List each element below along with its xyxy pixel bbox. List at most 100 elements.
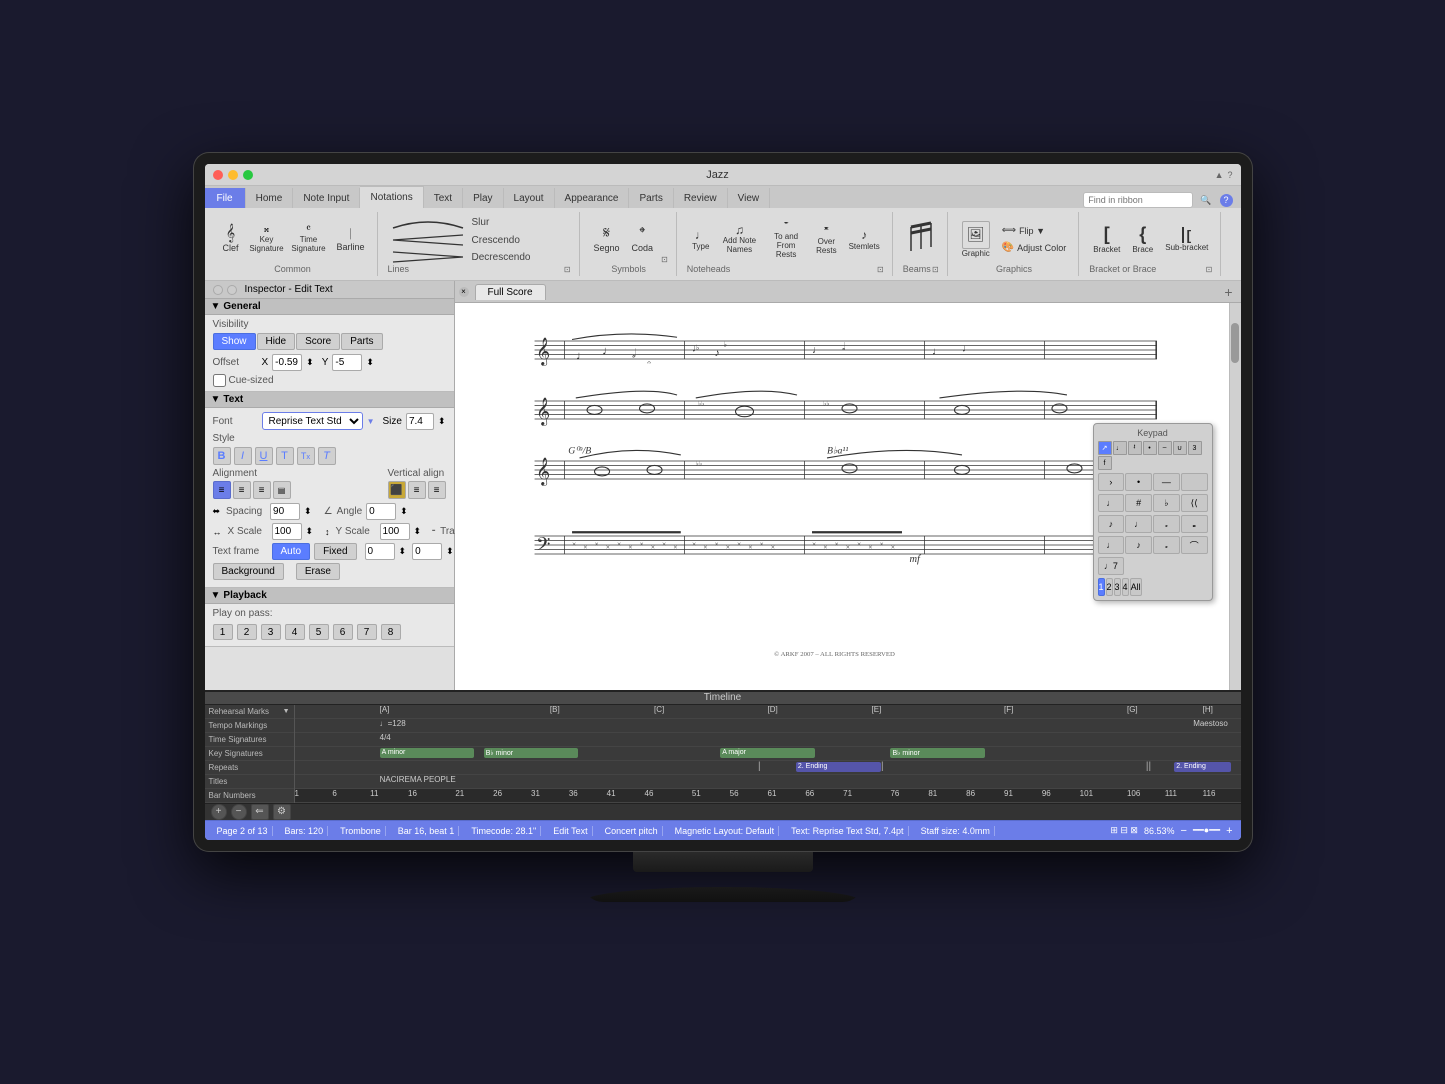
pass-6[interactable]: 6 [333,624,353,640]
size-input[interactable] [406,413,434,430]
offset-x-stepper[interactable]: ⬍ [306,357,314,368]
close-button[interactable] [213,170,223,180]
crescendo-label[interactable]: Crescendo [472,235,520,246]
parts-button[interactable]: Parts [341,333,382,350]
score-scrollbar[interactable] [1229,303,1241,690]
view-icons[interactable]: ⊞ ⊟ ⊠ [1110,825,1138,836]
align-right-button[interactable]: ≡ [253,481,271,499]
tab-play[interactable]: Play [463,188,503,208]
keypad-flat-btn[interactable]: ♭ [1153,494,1180,512]
background-button[interactable]: Background [213,563,284,580]
bracket-button[interactable]: [ Bracket [1089,222,1124,256]
keypad-sharp-btn[interactable]: ♩ [1098,494,1125,512]
keypad-n6-btn[interactable]: ♪ [1125,536,1152,554]
pass-2[interactable]: 2 [237,624,257,640]
keypad-slur-btn[interactable]: ∪ [1173,441,1187,455]
zoom-slider[interactable]: ━━●━━ [1193,825,1220,836]
slur-label[interactable]: Slur [472,217,490,228]
playback-section-header[interactable]: ▼ Playback [205,588,454,604]
valign-mid-button[interactable]: ≡ [408,481,426,499]
keypad-tab-all[interactable]: All [1130,578,1142,596]
keypad-n1-btn[interactable]: ♪ [1098,515,1125,533]
keypad-tab2[interactable]: 2 [1106,578,1113,596]
brace-button[interactable]: { Brace [1128,222,1157,256]
frame-val1-input[interactable] [365,543,395,560]
tab-appearance[interactable]: Appearance [555,188,630,208]
time-signature-button[interactable]: 𝄴 TimeSignature [289,222,329,256]
xscale-stepper[interactable]: ⬍ [306,526,314,537]
align-left-button[interactable]: ≡ [213,481,231,499]
hide-button[interactable]: Hide [257,333,296,350]
tab-layout[interactable]: Layout [504,188,555,208]
align-center-button[interactable]: ≡ [233,481,251,499]
noteheads-expand-icon[interactable]: ⊡ [877,265,884,274]
window-controls[interactable] [213,170,253,180]
pass-5[interactable]: 5 [309,624,329,640]
keypad-tab4[interactable]: 4 [1122,578,1129,596]
pass-3[interactable]: 3 [261,624,281,640]
score-content[interactable]: 𝄞 [455,303,1229,690]
offset-y-stepper[interactable]: ⬍ [366,357,374,368]
frame-val2-stepper[interactable]: ⬍ [446,546,454,557]
size-stepper[interactable]: ⬍ [438,416,446,427]
keypad-tab1[interactable]: 1 [1098,578,1105,596]
tab-text[interactable]: Text [424,188,463,208]
flip-button[interactable]: ⟺ Flip ▼ [998,223,1070,238]
score-tab-close-btn[interactable]: × [459,287,469,297]
keypad-sharp2-btn[interactable]: # [1125,494,1152,512]
tab-view[interactable]: View [728,188,771,208]
graphic-button[interactable]: 🖼 Graphic [958,219,994,260]
text-style-6-button[interactable]: T [318,447,336,465]
keypad-dynamic-btn[interactable]: f [1098,456,1112,470]
keypad-rest-btn[interactable]: 𝄽 [1128,441,1142,455]
offset-x-input[interactable] [272,354,302,371]
stemlets-button[interactable]: ♪ Stemlets [845,226,884,253]
key-signature-button[interactable]: 𝄪 KeySignature [249,222,285,256]
fixed-button[interactable]: Fixed [314,543,356,560]
spacing-input[interactable] [270,503,300,520]
timeline-gear-btn[interactable]: ⚙ [273,804,291,820]
symbols-expand-icon[interactable]: ⊡ [661,255,668,264]
align-justify-button[interactable]: ▤ [273,481,291,499]
keypad-curve-btn[interactable]: ⌒ [1181,536,1208,554]
keypad-dbl-btn[interactable]: ⟨⟨ [1181,494,1208,512]
scrollbar-thumb[interactable] [1231,323,1239,363]
xscale-input[interactable] [272,523,302,540]
angle-input[interactable] [366,503,396,520]
keypad-n5-btn[interactable]: ♩ [1098,536,1125,554]
keypad-n3-btn[interactable]: 𝅗 [1153,515,1180,533]
over-rests-button[interactable]: 𝄺 OverRests [812,221,840,258]
help-icon[interactable]: ? [1227,170,1232,180]
keypad-tab3[interactable]: 3 [1114,578,1121,596]
keypad-n7-btn[interactable]: 𝅗 [1153,536,1180,554]
frame-val2-input[interactable] [412,543,442,560]
lines-expand-icon[interactable]: ⊡ [564,265,571,274]
tab-note-input[interactable]: Note Input [293,188,360,208]
bracket-expand-icon[interactable]: ⊡ [1206,265,1213,274]
barline-button[interactable]: 𝄀 Barline [333,225,369,254]
zoom-in-btn[interactable]: + [1226,825,1232,837]
decrescendo-label[interactable]: Decrescendo [472,252,531,263]
beams-expand-icon[interactable]: ⊡ [932,265,939,274]
keypad-tie-btn[interactable]: ⌢ [1158,441,1172,455]
underline-button[interactable]: U [255,447,273,465]
tab-file[interactable]: File [205,188,246,208]
timeline-remove-btn[interactable]: − [231,804,247,820]
cue-sized-checkbox[interactable] [213,374,226,387]
inspector-close-btn[interactable] [213,285,223,295]
pass-4[interactable]: 4 [285,624,305,640]
coda-button[interactable]: 𝄌 Coda [628,224,658,255]
minimize-button[interactable] [228,170,238,180]
keypad-dash-btn[interactable]: — [1153,473,1180,491]
inspector-min-btn[interactable] [227,285,237,295]
keypad-dot-btn[interactable]: • [1143,441,1157,455]
bold-button[interactable]: B [213,447,231,465]
type-button[interactable]: ♩ Type [687,226,715,253]
keypad-n2-btn[interactable]: ♩ [1125,515,1152,533]
pass-1[interactable]: 1 [213,624,233,640]
score-button[interactable]: Score [296,333,340,350]
track-expand-icon[interactable]: ▼ [283,708,290,715]
to-from-rests-button[interactable]: 𝄻 To andFrom Rests [764,216,808,261]
pass-7[interactable]: 7 [357,624,377,640]
tab-review[interactable]: Review [674,188,728,208]
